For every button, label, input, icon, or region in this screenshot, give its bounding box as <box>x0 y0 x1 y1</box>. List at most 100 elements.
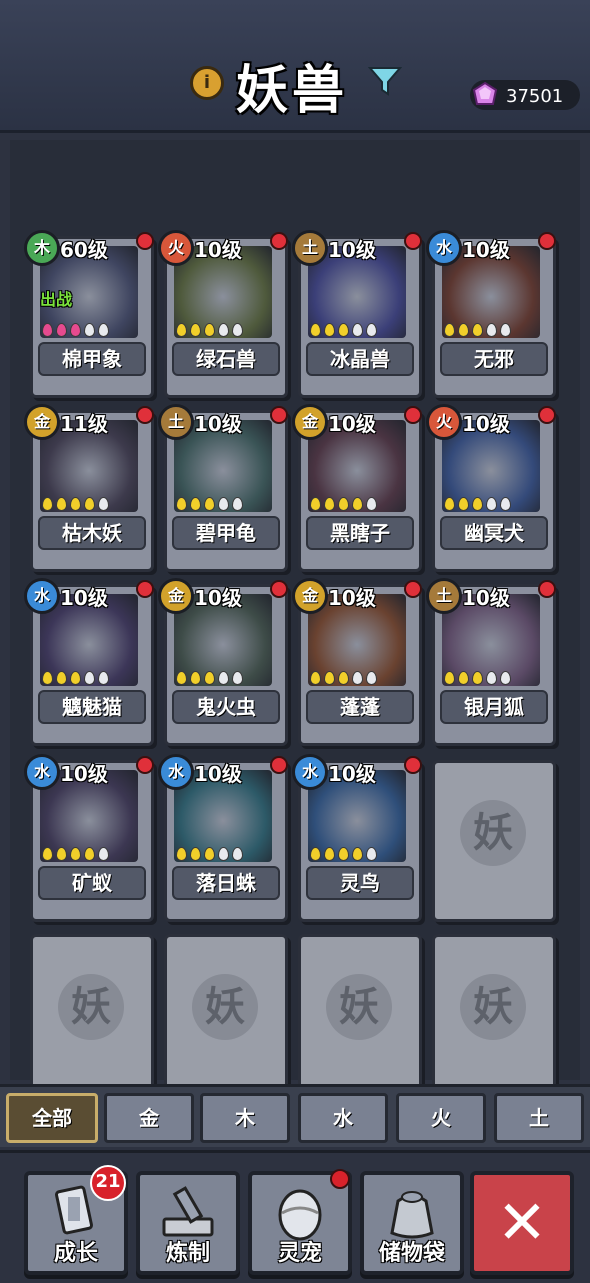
star-drop-icon <box>190 323 201 337</box>
beast-card[interactable]: 金 10级 蓬蓬 <box>292 578 422 746</box>
star-drops <box>176 670 246 686</box>
info-icon[interactable]: i <box>190 66 224 100</box>
notification-dot <box>136 406 154 424</box>
beast-card[interactable]: 土 10级 银月狐 <box>426 578 556 746</box>
bottom-button-储物袋[interactable]: 储物袋 <box>360 1171 464 1275</box>
tab-5[interactable]: 土 <box>494 1093 584 1143</box>
beast-level: 10级 <box>60 762 108 786</box>
beast-card[interactable]: 水 10级 无邪 <box>426 230 556 398</box>
beast-level: 10级 <box>328 238 376 262</box>
bottom-button-炼制[interactable]: 炼制 <box>136 1171 240 1275</box>
notification-dot <box>538 580 556 598</box>
beast-card[interactable]: 土 10级 碧甲龟 <box>158 404 288 572</box>
notification-dot <box>538 406 556 424</box>
star-drops <box>176 322 246 338</box>
tab-3[interactable]: 水 <box>298 1093 388 1143</box>
star-drop-icon <box>232 323 243 337</box>
star-drop-icon <box>190 497 201 511</box>
star-drop-icon <box>338 671 349 685</box>
count-badge: 21 <box>90 1165 126 1201</box>
beast-name: 银月狐 <box>440 690 548 724</box>
gem-count: 37501 <box>506 86 564 107</box>
beast-card[interactable]: 水 10级 落日蛛 <box>158 754 288 922</box>
beast-card[interactable]: 木 60级 出战 棉甲象 <box>24 230 154 398</box>
star-drop-icon <box>444 323 455 337</box>
star-drop-icon <box>176 323 187 337</box>
beast-name: 落日蛛 <box>172 866 280 900</box>
beast-card[interactable]: 金 10级 黑瞎子 <box>292 404 422 572</box>
star-drop-icon <box>500 323 511 337</box>
element-icon: 土 <box>158 404 194 440</box>
star-drop-icon <box>204 323 215 337</box>
star-drop-icon <box>176 671 187 685</box>
star-drop-icon <box>444 497 455 511</box>
star-drop-icon <box>190 847 201 861</box>
beast-name: 枯木妖 <box>38 516 146 550</box>
gem-icon <box>472 81 498 105</box>
star-drop-icon <box>324 671 335 685</box>
star-drops <box>444 496 514 512</box>
star-drop-icon <box>42 671 53 685</box>
star-drop-icon <box>218 847 229 861</box>
star-drop-icon <box>84 671 95 685</box>
star-drop-icon <box>232 671 243 685</box>
tab-0[interactable]: 全部 <box>6 1093 98 1143</box>
bottom-button-label: 灵宠 <box>277 1241 322 1266</box>
beast-card[interactable]: 金 11级 枯木妖 <box>24 404 154 572</box>
empty-slot: 妖 <box>164 934 288 1096</box>
notification-dot <box>330 1169 350 1189</box>
star-drop-icon <box>176 497 187 511</box>
beast-card[interactable]: 水 10级 魑魅猫 <box>24 578 154 746</box>
beast-card[interactable]: 火 10级 幽冥犬 <box>426 404 556 572</box>
element-icon: 金 <box>158 578 194 614</box>
bottom-bar: ✕ 成长 21 炼制 灵宠 储物袋 <box>0 1150 590 1283</box>
beast-name: 棉甲象 <box>38 342 146 376</box>
star-drop-icon <box>70 497 81 511</box>
beast-name: 绿石兽 <box>172 342 280 376</box>
notification-dot <box>136 232 154 250</box>
star-drop-icon <box>84 323 95 337</box>
beast-name: 蓬蓬 <box>306 690 414 724</box>
beast-card[interactable]: 金 10级 鬼火虫 <box>158 578 288 746</box>
star-drop-icon <box>42 323 53 337</box>
notification-dot <box>270 580 288 598</box>
bottom-button-成长[interactable]: 成长 21 <box>24 1165 128 1275</box>
star-drop-icon <box>472 323 483 337</box>
star-drop-icon <box>176 847 187 861</box>
bottom-button-灵宠[interactable]: 灵宠 <box>248 1169 352 1275</box>
beast-name: 魑魅猫 <box>38 690 146 724</box>
empty-seal-icon: 妖 <box>192 974 258 1040</box>
filter-icon[interactable] <box>368 64 402 98</box>
close-button[interactable]: ✕ <box>470 1171 574 1275</box>
star-drop-icon <box>444 671 455 685</box>
beast-level: 10级 <box>194 586 242 610</box>
star-drop-icon <box>42 847 53 861</box>
star-drop-icon <box>310 847 321 861</box>
star-drop-icon <box>70 323 81 337</box>
star-drop-icon <box>218 497 229 511</box>
beast-card[interactable]: 水 10级 矿蚁 <box>24 754 154 922</box>
forge-icon <box>154 1183 222 1243</box>
element-icon: 水 <box>24 578 60 614</box>
beast-card[interactable]: 水 10级 灵鸟 <box>292 754 422 922</box>
beast-card[interactable]: 火 10级 绿石兽 <box>158 230 288 398</box>
beast-card[interactable]: 土 10级 冰晶兽 <box>292 230 422 398</box>
empty-seal-icon: 妖 <box>326 974 392 1040</box>
beast-name: 黑瞎子 <box>306 516 414 550</box>
element-tabs: 全部金木水火土 <box>0 1084 590 1147</box>
notification-dot <box>136 756 154 774</box>
beast-level: 10级 <box>462 412 510 436</box>
star-drop-icon <box>70 847 81 861</box>
star-drop-icon <box>352 671 363 685</box>
star-drop-icon <box>56 497 67 511</box>
tab-4[interactable]: 火 <box>396 1093 486 1143</box>
star-drop-icon <box>500 497 511 511</box>
star-drops <box>42 846 112 862</box>
star-drop-icon <box>98 497 109 511</box>
star-drop-icon <box>324 497 335 511</box>
star-drop-icon <box>472 671 483 685</box>
star-drop-icon <box>56 323 67 337</box>
tab-1[interactable]: 金 <box>104 1093 194 1143</box>
tab-2[interactable]: 木 <box>200 1093 290 1143</box>
empty-seal-icon: 妖 <box>58 974 124 1040</box>
